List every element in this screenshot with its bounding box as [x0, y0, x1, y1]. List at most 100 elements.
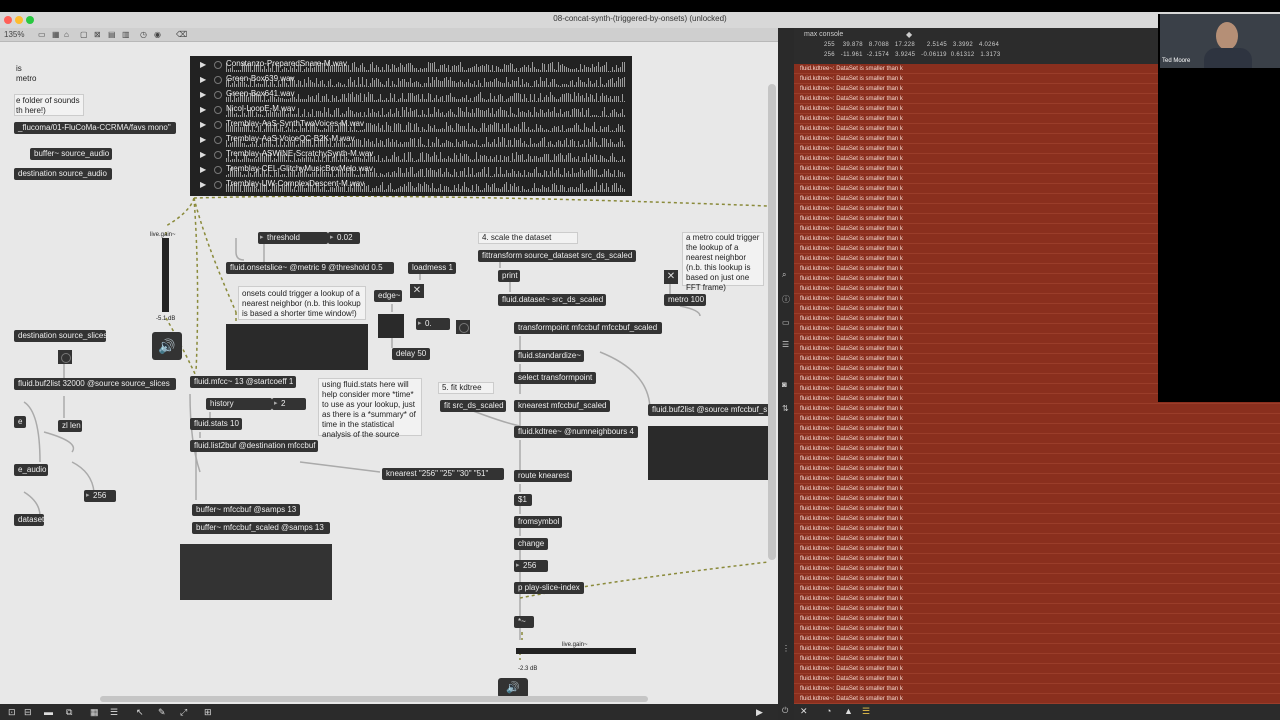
delay-bang[interactable]: [456, 320, 470, 334]
list-bottom-icon[interactable]: ☰: [110, 707, 118, 718]
play-icon[interactable]: ▶: [200, 135, 206, 144]
inspector-icon[interactable]: ▥: [122, 30, 130, 39]
change-object[interactable]: change: [514, 538, 548, 550]
console-message[interactable]: fluid.kdtree~: DataSet is smaller than k: [794, 504, 1280, 514]
console-message[interactable]: fluid.kdtree~: DataSet is smaller than k: [794, 474, 1280, 484]
fromsymbol-object[interactable]: fromsymbol: [514, 516, 562, 528]
left-fragment-audio[interactable]: e_audio: [14, 464, 48, 476]
play-icon[interactable]: ▶: [200, 75, 206, 84]
console-message[interactable]: fluid.kdtree~: DataSet is smaller than k: [794, 464, 1280, 474]
search-icon[interactable]: ⌕: [782, 270, 786, 280]
speaker-right-icon[interactable]: 🔊: [498, 678, 528, 698]
mfcc-multislider[interactable]: [180, 544, 332, 600]
play-icon[interactable]: ▶: [200, 120, 206, 129]
onset-toggle[interactable]: ✕: [410, 284, 424, 298]
info-icon[interactable]: ⓘ: [782, 294, 790, 305]
console-message[interactable]: fluid.kdtree~: DataSet is smaller than k: [794, 434, 1280, 444]
play-icon[interactable]: ▶: [200, 105, 206, 114]
sound-file-row[interactable]: ▶ Tremblay-CEL-GlitchyMusicBoxMelo.wav: [190, 163, 632, 178]
print-object[interactable]: print: [498, 270, 520, 282]
console-message[interactable]: fluid.kdtree~: DataSet is smaller than k: [794, 414, 1280, 424]
sound-file-row[interactable]: ▶ Nicol-LoopE-M.wav: [190, 103, 632, 118]
power-icon[interactable]: ⏻: [782, 706, 788, 716]
left-fragment-dataset[interactable]: dataset: [14, 514, 44, 526]
grid-bottom-icon[interactable]: ▦: [90, 707, 99, 718]
console-message[interactable]: fluid.kdtree~: DataSet is smaller than k: [794, 514, 1280, 524]
console-message[interactable]: fluid.kdtree~: DataSet is smaller than k: [794, 534, 1280, 544]
console-message[interactable]: fluid.kdtree~: DataSet is smaller than k: [794, 574, 1280, 584]
console-message[interactable]: fluid.kdtree~: DataSet is smaller than k: [794, 624, 1280, 634]
history-object[interactable]: history: [206, 398, 272, 410]
book-icon[interactable]: ▭: [782, 318, 790, 327]
play-icon[interactable]: ▶: [200, 180, 206, 189]
standardize-object[interactable]: fluid.standardize~: [514, 350, 584, 362]
gain-left-slider[interactable]: [162, 238, 169, 312]
knearest-message[interactable]: knearest mfccbuf_scaled: [514, 400, 610, 412]
play-icon[interactable]: ▶: [200, 150, 206, 159]
debug-icon[interactable]: ⇅: [782, 404, 789, 413]
stats-object[interactable]: fluid.stats 10: [190, 418, 242, 430]
presentation-mode-icon[interactable]: ⊟: [24, 707, 32, 718]
console-message[interactable]: fluid.kdtree~: DataSet is smaller than k: [794, 484, 1280, 494]
patcher-canvas[interactable]: is metro e folder of sounds th here!) _f…: [0, 42, 778, 704]
console-message[interactable]: fluid.kdtree~: DataSet is smaller than k: [794, 404, 1280, 414]
buffer-source-audio[interactable]: buffer~ source_audio: [30, 148, 112, 160]
timer-icon[interactable]: ◔: [826, 706, 831, 716]
console-message[interactable]: fluid.kdtree~: DataSet is smaller than k: [794, 524, 1280, 534]
destination-source-slices[interactable]: destination source_slices: [14, 330, 106, 342]
console-message[interactable]: fluid.kdtree~: DataSet is smaller than k: [794, 654, 1280, 664]
loop-icon[interactable]: [214, 76, 222, 84]
function-graph[interactable]: [378, 314, 404, 338]
horizontal-scrollbar[interactable]: [100, 696, 648, 702]
erase-icon[interactable]: ⌫: [176, 30, 187, 39]
loop-icon[interactable]: [214, 151, 222, 159]
play-icon[interactable]: ▶: [200, 90, 206, 99]
mfcc-object[interactable]: fluid.mfcc~ 13 @startcoeff 1: [190, 376, 296, 388]
speaker-icon[interactable]: 🔊: [152, 332, 182, 360]
metro-toggle[interactable]: ✕: [664, 270, 678, 284]
console-message[interactable]: fluid.kdtree~: DataSet is smaller than k: [794, 614, 1280, 624]
console-message[interactable]: fluid.kdtree~: DataSet is smaller than k: [794, 634, 1280, 644]
loop-icon[interactable]: [214, 166, 222, 174]
new-object-icon[interactable]: ▢: [80, 30, 88, 39]
left-fragment-e[interactable]: e: [14, 416, 26, 428]
metro-object[interactable]: metro 100: [664, 294, 706, 306]
select-transformpoint[interactable]: select transformpoint: [514, 372, 596, 384]
route-knearest[interactable]: route knearest: [514, 470, 572, 482]
audio-icon[interactable]: ◷: [140, 30, 147, 39]
history-number[interactable]: 2: [272, 398, 306, 410]
sound-file-row[interactable]: ▶ Green-Box641.wav: [190, 88, 632, 103]
console-message[interactable]: fluid.kdtree~: DataSet is smaller than k: [794, 664, 1280, 674]
lock-edit-icon[interactable]: ⊡: [8, 707, 16, 718]
pointer-icon[interactable]: ↖: [136, 707, 144, 718]
console-message[interactable]: fluid.kdtree~: DataSet is smaller than k: [794, 644, 1280, 654]
onsetslice-object[interactable]: fluid.onsetslice~ @metric 9 @threshold 0…: [226, 262, 394, 274]
presentation-icon[interactable]: ▭: [38, 30, 46, 39]
sound-file-row[interactable]: ▶ Tremblay-UW-ComplexDescent-M.wav: [190, 178, 632, 193]
buf2list-source-slices[interactable]: fluid.buf2list 32000 @source source_slic…: [14, 378, 176, 390]
new-view-icon[interactable]: ⧉: [66, 707, 72, 718]
sound-file-row[interactable]: ▶ Tremblay-AaS-SynthTwoVoices-M.wav: [190, 118, 632, 133]
left-bang[interactable]: [58, 350, 72, 364]
list-view-icon[interactable]: ☰: [782, 340, 789, 349]
console-message[interactable]: fluid.kdtree~: DataSet is smaller than k: [794, 674, 1280, 684]
multiply-signal[interactable]: *~: [514, 616, 534, 628]
sound-file-row[interactable]: ▶ Green-Box639.wav: [190, 73, 632, 88]
console-icon[interactable]: ▬: [44, 707, 53, 717]
lock-icon[interactable]: ⌂: [64, 30, 69, 39]
vertical-scrollbar[interactable]: [768, 84, 776, 560]
sound-file-row[interactable]: ▶ Tremblay-AaS-VoiceQC-B2K-M.wav: [190, 133, 632, 148]
play-slice-index[interactable]: p play-slice-index: [514, 582, 584, 594]
console-message[interactable]: fluid.kdtree~: DataSet is smaller than k: [794, 544, 1280, 554]
sound-file-row[interactable]: ▶ Tremblay-ASWINE-ScratchySynth-M.wav: [190, 148, 632, 163]
console-message[interactable]: fluid.kdtree~: DataSet is smaller than k: [794, 554, 1280, 564]
message-icon[interactable]: ⊠: [94, 30, 101, 39]
loop-icon[interactable]: [214, 61, 222, 69]
console-message[interactable]: fluid.kdtree~: DataSet is smaller than k: [794, 584, 1280, 594]
console-message[interactable]: fluid.kdtree~: DataSet is smaller than k: [794, 424, 1280, 434]
zl-len[interactable]: zl len: [58, 420, 82, 432]
dataset-scaled-object[interactable]: fluid.dataset~ src_ds_scaled: [498, 294, 606, 306]
play-icon[interactable]: ▶: [200, 165, 206, 174]
dollar-one-message[interactable]: $1: [514, 494, 532, 506]
camera-icon[interactable]: ◙: [782, 380, 787, 389]
